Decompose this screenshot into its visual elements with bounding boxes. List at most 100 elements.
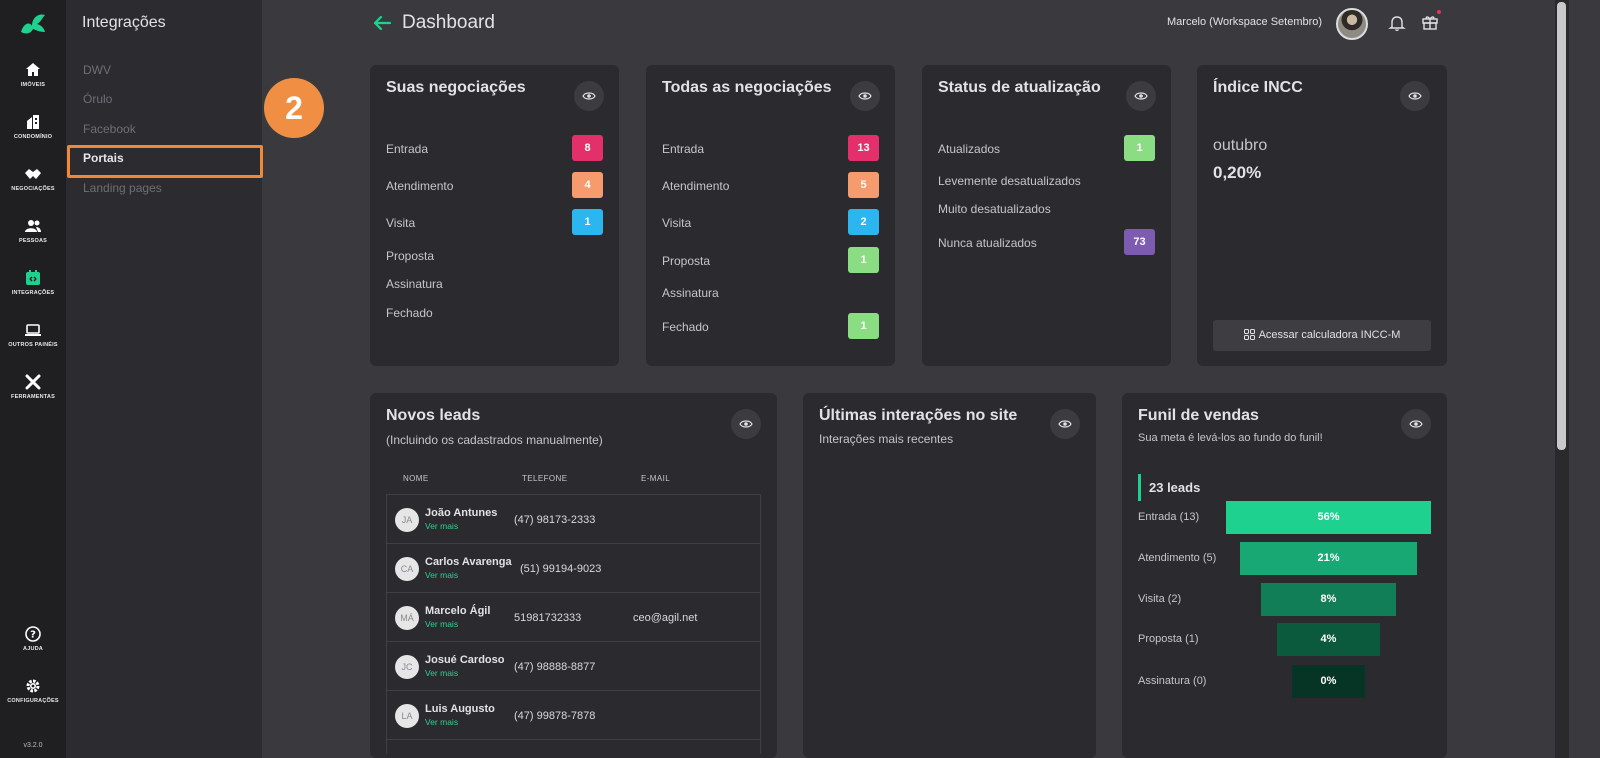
toggle-visibility-button[interactable] xyxy=(1050,409,1080,439)
step-number-badge: 2 xyxy=(264,78,324,138)
column-header-telefone[interactable]: TELEFONE xyxy=(522,474,567,483)
eye-icon xyxy=(582,92,596,100)
ver-mais-link[interactable]: Ver mais xyxy=(425,521,458,531)
app-logo[interactable] xyxy=(18,10,48,38)
incc-month: outubro xyxy=(1213,137,1268,154)
funnel-stage-label: Entrada (13) xyxy=(1138,511,1200,523)
stage-row[interactable]: Visita 1 xyxy=(386,209,603,235)
ver-mais-link[interactable]: Ver mais xyxy=(425,570,458,580)
lead-phone: (51) 99194-9023 xyxy=(520,563,602,575)
user-workspace-name[interactable]: Marcelo (Workspace Setembro) xyxy=(1167,16,1322,28)
toggle-visibility-button[interactable] xyxy=(731,409,761,439)
submenu-item-facebook[interactable]: Facebook xyxy=(83,122,136,136)
stage-row[interactable]: Entrada 8 xyxy=(386,135,603,161)
submenu-item-landing-pages[interactable]: Landing pages xyxy=(83,181,162,195)
table-row[interactable]: CA Carlos Avarenga Ver mais (51) 99194-9… xyxy=(387,544,760,593)
count-badge: 1 xyxy=(572,209,603,235)
stage-row[interactable]: Assinatura xyxy=(386,270,603,296)
stage-row[interactable]: Proposta 1 xyxy=(662,247,879,273)
table-row[interactable]: LA Luis Augusto Ver mais (47) 99878-7878 xyxy=(387,691,760,740)
rail-item-pessoas[interactable]: PESSOAS xyxy=(0,217,66,244)
rail-item-label: IMÓVEIS xyxy=(20,82,46,88)
back-arrow-icon[interactable] xyxy=(371,12,393,34)
stage-label: Entrada xyxy=(662,142,705,156)
table-row[interactable]: JA João Antunes Ver mais (47) 98173-2333 xyxy=(387,495,760,544)
submenu-item-dwv[interactable]: DWV xyxy=(83,63,111,77)
funnel-bar[interactable]: 0% xyxy=(1292,665,1365,698)
incc-calculator-button[interactable]: Acessar calculadora INCC-M xyxy=(1213,320,1431,351)
funnel-bar[interactable]: 8% xyxy=(1261,583,1396,616)
rail-item-configuracoes[interactable]: CONFIGURAÇÕES xyxy=(0,677,66,704)
stage-row[interactable]: Assinatura xyxy=(662,279,879,305)
calc-button-label: Acessar calculadora INCC-M xyxy=(1258,329,1401,341)
column-header-nome[interactable]: NOME xyxy=(403,474,429,483)
toggle-visibility-button[interactable] xyxy=(574,81,604,111)
toggle-visibility-button[interactable] xyxy=(1401,409,1431,439)
status-label: Levemente desatualizados xyxy=(938,174,1081,188)
stage-label: Proposta xyxy=(662,254,711,268)
stage-row[interactable]: Proposta xyxy=(386,242,603,268)
bell-icon[interactable] xyxy=(1388,14,1406,32)
table-row[interactable]: JC Josué Cardoso Ver mais (47) 98888-887… xyxy=(387,642,760,691)
status-label: Muito desatualizados xyxy=(938,202,1051,216)
rail-item-outros-paineis[interactable]: OUTROS PAINÉIS xyxy=(0,321,66,348)
stage-row[interactable]: Fechado 1 xyxy=(662,313,879,339)
count-badge: 1 xyxy=(848,247,879,273)
card-title: Funil de vendas xyxy=(1138,407,1259,424)
submenu-item-orulo[interactable]: Órulo xyxy=(83,92,112,106)
rail-item-condominio[interactable]: CONDOMÍNIO xyxy=(0,113,66,140)
funnel-bar[interactable]: 4% xyxy=(1277,623,1380,656)
rail-item-label: CONFIGURAÇÕES xyxy=(7,698,59,704)
status-row[interactable]: Atualizados 1 xyxy=(938,135,1155,161)
rail-item-imoveis[interactable]: IMÓVEIS xyxy=(0,61,66,88)
card-indice-incc: Índice INCC outubro 0,20% Acessar calcul… xyxy=(1197,65,1447,366)
avatar: JA xyxy=(395,508,419,532)
svg-text:?: ? xyxy=(30,630,36,641)
rail-item-label: AJUDA xyxy=(23,646,43,652)
integrations-icon xyxy=(26,270,40,285)
eye-icon xyxy=(739,420,753,428)
icon-rail: IMÓVEIS CONDOMÍNIO NEGOCIAÇÕES PESSOAS I… xyxy=(0,0,66,758)
stage-row[interactable]: Atendimento 5 xyxy=(662,172,879,198)
stage-row[interactable]: Atendimento 4 xyxy=(386,172,603,198)
avatar[interactable] xyxy=(1336,8,1368,40)
card-subtitle: Interações mais recentes xyxy=(819,432,954,446)
stage-label: Assinatura xyxy=(662,286,719,300)
funnel-total: 23 leads xyxy=(1149,480,1201,495)
rail-item-integracoes[interactable]: INTEGRAÇÕES xyxy=(0,269,66,296)
status-row[interactable]: Muito desatualizados xyxy=(938,195,1155,221)
funnel-bar[interactable]: 56% xyxy=(1226,501,1431,534)
notification-dot xyxy=(1437,10,1441,14)
rail-item-ferramentas[interactable]: FERRAMENTAS xyxy=(0,373,66,400)
funnel-bar[interactable]: 21% xyxy=(1240,542,1417,575)
table-row[interactable]: MÁ Marcelo Ágil Ver mais 51981732333 ceo… xyxy=(387,593,760,642)
card-title: Todas as negociações xyxy=(662,79,832,96)
toggle-visibility-button[interactable] xyxy=(850,81,880,111)
column-header-email[interactable]: E-MAIL xyxy=(641,474,670,483)
ver-mais-link[interactable]: Ver mais xyxy=(425,668,458,678)
handshake-icon xyxy=(25,169,41,179)
lead-email[interactable]: ceo@agil.net xyxy=(633,612,697,624)
count-badge: 4 xyxy=(572,172,603,198)
ver-mais-link[interactable]: Ver mais xyxy=(425,717,458,727)
count-badge: 5 xyxy=(848,172,879,198)
stage-row[interactable]: Fechado xyxy=(386,299,603,325)
count-badge: 2 xyxy=(848,209,879,235)
stage-row[interactable]: Visita 2 xyxy=(662,209,879,235)
scrollbar-thumb[interactable] xyxy=(1557,2,1566,450)
toggle-visibility-button[interactable] xyxy=(1400,81,1430,111)
integrations-submenu: Integrações DWV Órulo Facebook Portais L… xyxy=(66,0,262,758)
stage-label: Assinatura xyxy=(386,277,443,291)
status-row[interactable]: Levemente desatualizados xyxy=(938,167,1155,193)
lead-phone: 51981732333 xyxy=(514,612,582,624)
gift-icon[interactable] xyxy=(1421,13,1439,31)
count-badge: 1 xyxy=(848,313,879,339)
rail-item-label: CONDOMÍNIO xyxy=(13,134,53,140)
submenu-title: Integrações xyxy=(82,14,166,31)
stage-row[interactable]: Entrada 13 xyxy=(662,135,879,161)
status-row[interactable]: Nunca atualizados 73 xyxy=(938,229,1155,255)
ver-mais-link[interactable]: Ver mais xyxy=(425,619,458,629)
rail-item-negociacoes[interactable]: NEGOCIAÇÕES xyxy=(0,165,66,192)
rail-item-ajuda[interactable]: ? AJUDA xyxy=(0,625,66,652)
toggle-visibility-button[interactable] xyxy=(1126,81,1156,111)
